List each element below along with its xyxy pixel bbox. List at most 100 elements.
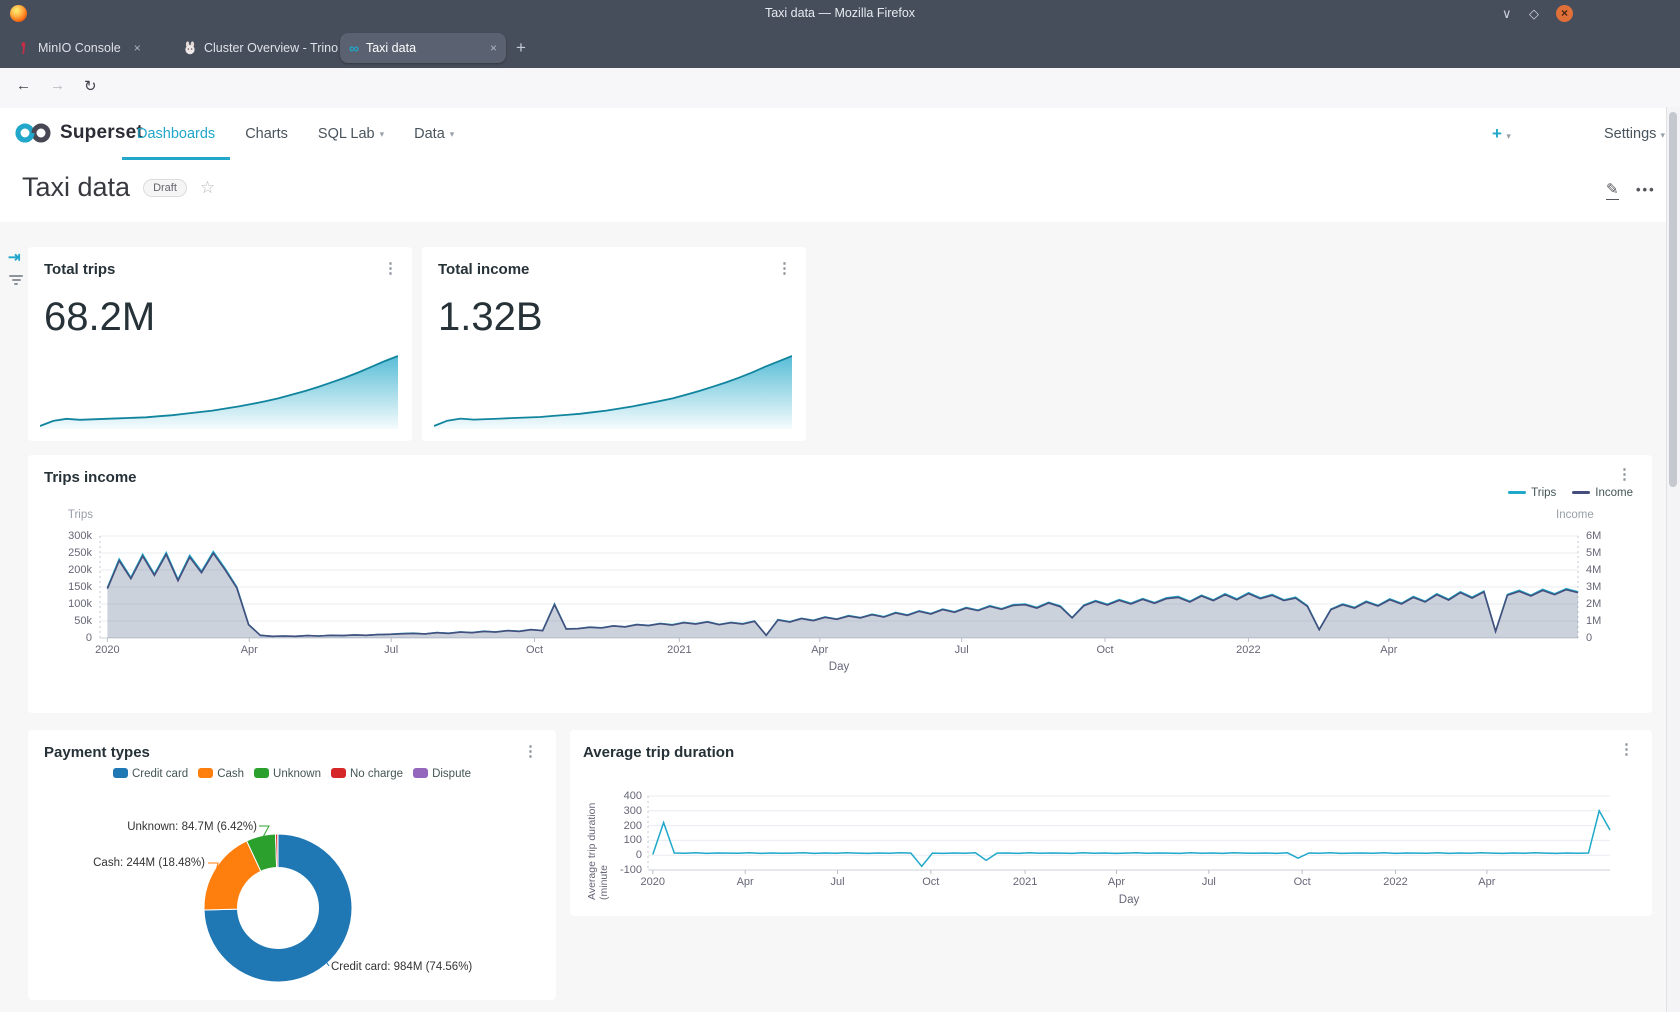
window-title: Taxi data — Mozilla Firefox — [0, 6, 1680, 20]
scrollbar-thumb[interactable] — [1669, 112, 1677, 487]
x-tick-label: Apr — [1108, 876, 1125, 888]
sparkline-chart — [434, 353, 792, 429]
back-icon[interactable]: ← — [16, 77, 31, 94]
favorite-star-icon[interactable]: ☆ — [200, 178, 215, 198]
x-tick-label: Oct — [1096, 644, 1113, 656]
x-tick-label: Apr — [737, 876, 754, 888]
superset-header: Superset Dashboards Charts SQL Lab▾ Data… — [0, 108, 1680, 161]
main-nav: Dashboards Charts SQL Lab ▾ Data ▾ — [122, 108, 469, 160]
x-tick-label: 2022 — [1236, 644, 1260, 656]
x-tick-label: Jul — [830, 876, 844, 888]
nav-sql-lab[interactable]: SQL Lab ▾ — [303, 108, 399, 160]
nav-label: Data — [414, 126, 445, 142]
y-tick-label: 300k — [48, 530, 92, 542]
y-tick-label: 250k — [48, 547, 92, 559]
new-tab-button[interactable]: + — [516, 38, 526, 58]
dashboard-title-row: Taxi data Draft ☆ ✎ ••• — [0, 160, 1680, 222]
chevron-down-icon: ▾ — [380, 129, 385, 140]
x-tick-label: Oct — [922, 876, 939, 888]
pie-label-unknown: Unknown: 84.7M (6.42%) — [87, 821, 257, 833]
kebab-menu-icon[interactable]: ⋮ — [777, 259, 792, 277]
x-tick-label: Apr — [241, 644, 258, 656]
y-tick-label: 3M — [1586, 581, 1626, 593]
tab-close-icon[interactable]: × — [134, 41, 141, 55]
y-tick-label: 4M — [1586, 564, 1626, 576]
trino-icon — [183, 41, 197, 55]
y-tick-label: 200k — [48, 564, 92, 576]
y-tick-label: 6M — [1586, 530, 1626, 542]
y-tick-label: 50k — [48, 615, 92, 627]
nav-charts[interactable]: Charts — [230, 108, 303, 160]
x-tick-label: Oct — [526, 644, 543, 656]
nav-data[interactable]: Data ▾ — [399, 108, 469, 160]
filter-icon[interactable] — [9, 275, 23, 287]
nav-label: Dashboards — [137, 126, 215, 142]
chevron-down-icon: ▾ — [450, 129, 455, 140]
nav-dashboards[interactable]: Dashboards — [122, 108, 230, 160]
expand-filter-bar-icon[interactable]: ⇥ — [8, 248, 21, 266]
total-trips-card: Total trips ⋮ 68.2M — [28, 247, 412, 441]
settings-menu[interactable]: Settings ▾ — [1604, 126, 1665, 142]
y-tick-label: 150k — [48, 581, 92, 593]
payment-types-card: Payment types ⋮ Credit cardCashUnknownNo… — [28, 730, 556, 1000]
status-badge: Draft — [143, 179, 187, 197]
window-close-button[interactable]: × — [1556, 5, 1573, 22]
y-tick-label: 5M — [1586, 547, 1626, 559]
trips-income-chart — [28, 455, 1652, 713]
edit-dashboard-icon[interactable]: ✎ — [1606, 180, 1619, 200]
y-tick-label: 0 — [1586, 632, 1626, 644]
tab-minio-console[interactable]: MinIO Console × — [8, 33, 150, 63]
dashboard-title: Taxi data — [22, 172, 130, 203]
y-tick-label: 0 — [604, 849, 642, 861]
window-minimize-button[interactable]: ∨ — [1502, 5, 1512, 22]
big-number-value: 1.32B — [438, 295, 543, 340]
new-item-button[interactable]: + ▾ — [1492, 124, 1511, 144]
tab-label: Taxi data — [366, 41, 416, 55]
y-tick-label: 400 — [604, 790, 642, 802]
avg-trip-duration-card: Average trip duration ⋮ Average trip dur… — [570, 730, 1652, 916]
chevron-down-icon: ▾ — [1660, 130, 1665, 140]
y-tick-label: 1M — [1586, 615, 1626, 627]
more-options-icon[interactable]: ••• — [1636, 182, 1656, 197]
forward-icon[interactable]: → — [50, 77, 65, 94]
dashboard-canvas: ⇥ Total trips ⋮ 68.2M Total income ⋮ 1.3… — [0, 222, 1680, 1012]
x-tick-label: Jul — [384, 644, 398, 656]
y-tick-label: 0 — [48, 632, 92, 644]
tab-label: Cluster Overview - Trino — [204, 41, 338, 55]
y-tick-label: -100 — [604, 864, 642, 876]
superset-favicon: ∞ — [349, 40, 359, 56]
tab-cluster-overview-trino[interactable]: Cluster Overview - Trino × — [174, 33, 367, 63]
y-tick-label: 100k — [48, 598, 92, 610]
y-tick-label: 200 — [604, 820, 642, 832]
plus-icon: + — [1492, 124, 1502, 143]
tab-taxi-data[interactable]: ∞ Taxi data × — [340, 33, 506, 63]
superset-infinity-icon — [14, 121, 52, 145]
x-tick-label: 2020 — [641, 876, 665, 888]
avg-duration-chart — [570, 730, 1652, 916]
trips-income-card: Trips income ⋮ TripsIncome Trips Income … — [28, 455, 1652, 713]
browser-toolbar: ← → ↻ 172.18.0.4:32295/superset/dashboar… — [0, 68, 1680, 109]
tab-label: MinIO Console — [38, 41, 121, 55]
x-tick-label: Jul — [955, 644, 969, 656]
x-tick-label: 2021 — [667, 644, 691, 656]
minio-icon — [17, 41, 31, 55]
x-tick-label: 2022 — [1383, 876, 1407, 888]
x-tick-label: Apr — [1478, 876, 1495, 888]
chart-title: Total income — [438, 261, 529, 278]
x-tick-label: 2020 — [95, 644, 119, 656]
x-tick-label: Jul — [1202, 876, 1216, 888]
kebab-menu-icon[interactable]: ⋮ — [383, 259, 398, 277]
nav-label: SQL Lab — [318, 126, 375, 142]
tab-close-icon[interactable]: × — [490, 41, 497, 55]
y-tick-label: 100 — [604, 834, 642, 846]
sparkline-chart — [40, 353, 398, 429]
chevron-down-icon: ▾ — [1506, 131, 1511, 141]
x-axis-title: Day — [829, 661, 849, 673]
x-tick-label: Apr — [811, 644, 828, 656]
reload-icon[interactable]: ↻ — [84, 77, 97, 95]
big-number-value: 68.2M — [44, 295, 155, 340]
y-tick-label: 300 — [604, 805, 642, 817]
pie-label-cash: Cash: 244M (18.48%) — [35, 857, 205, 869]
y-tick-label: 2M — [1586, 598, 1626, 610]
window-maximize-button[interactable]: ◇ — [1529, 5, 1539, 22]
